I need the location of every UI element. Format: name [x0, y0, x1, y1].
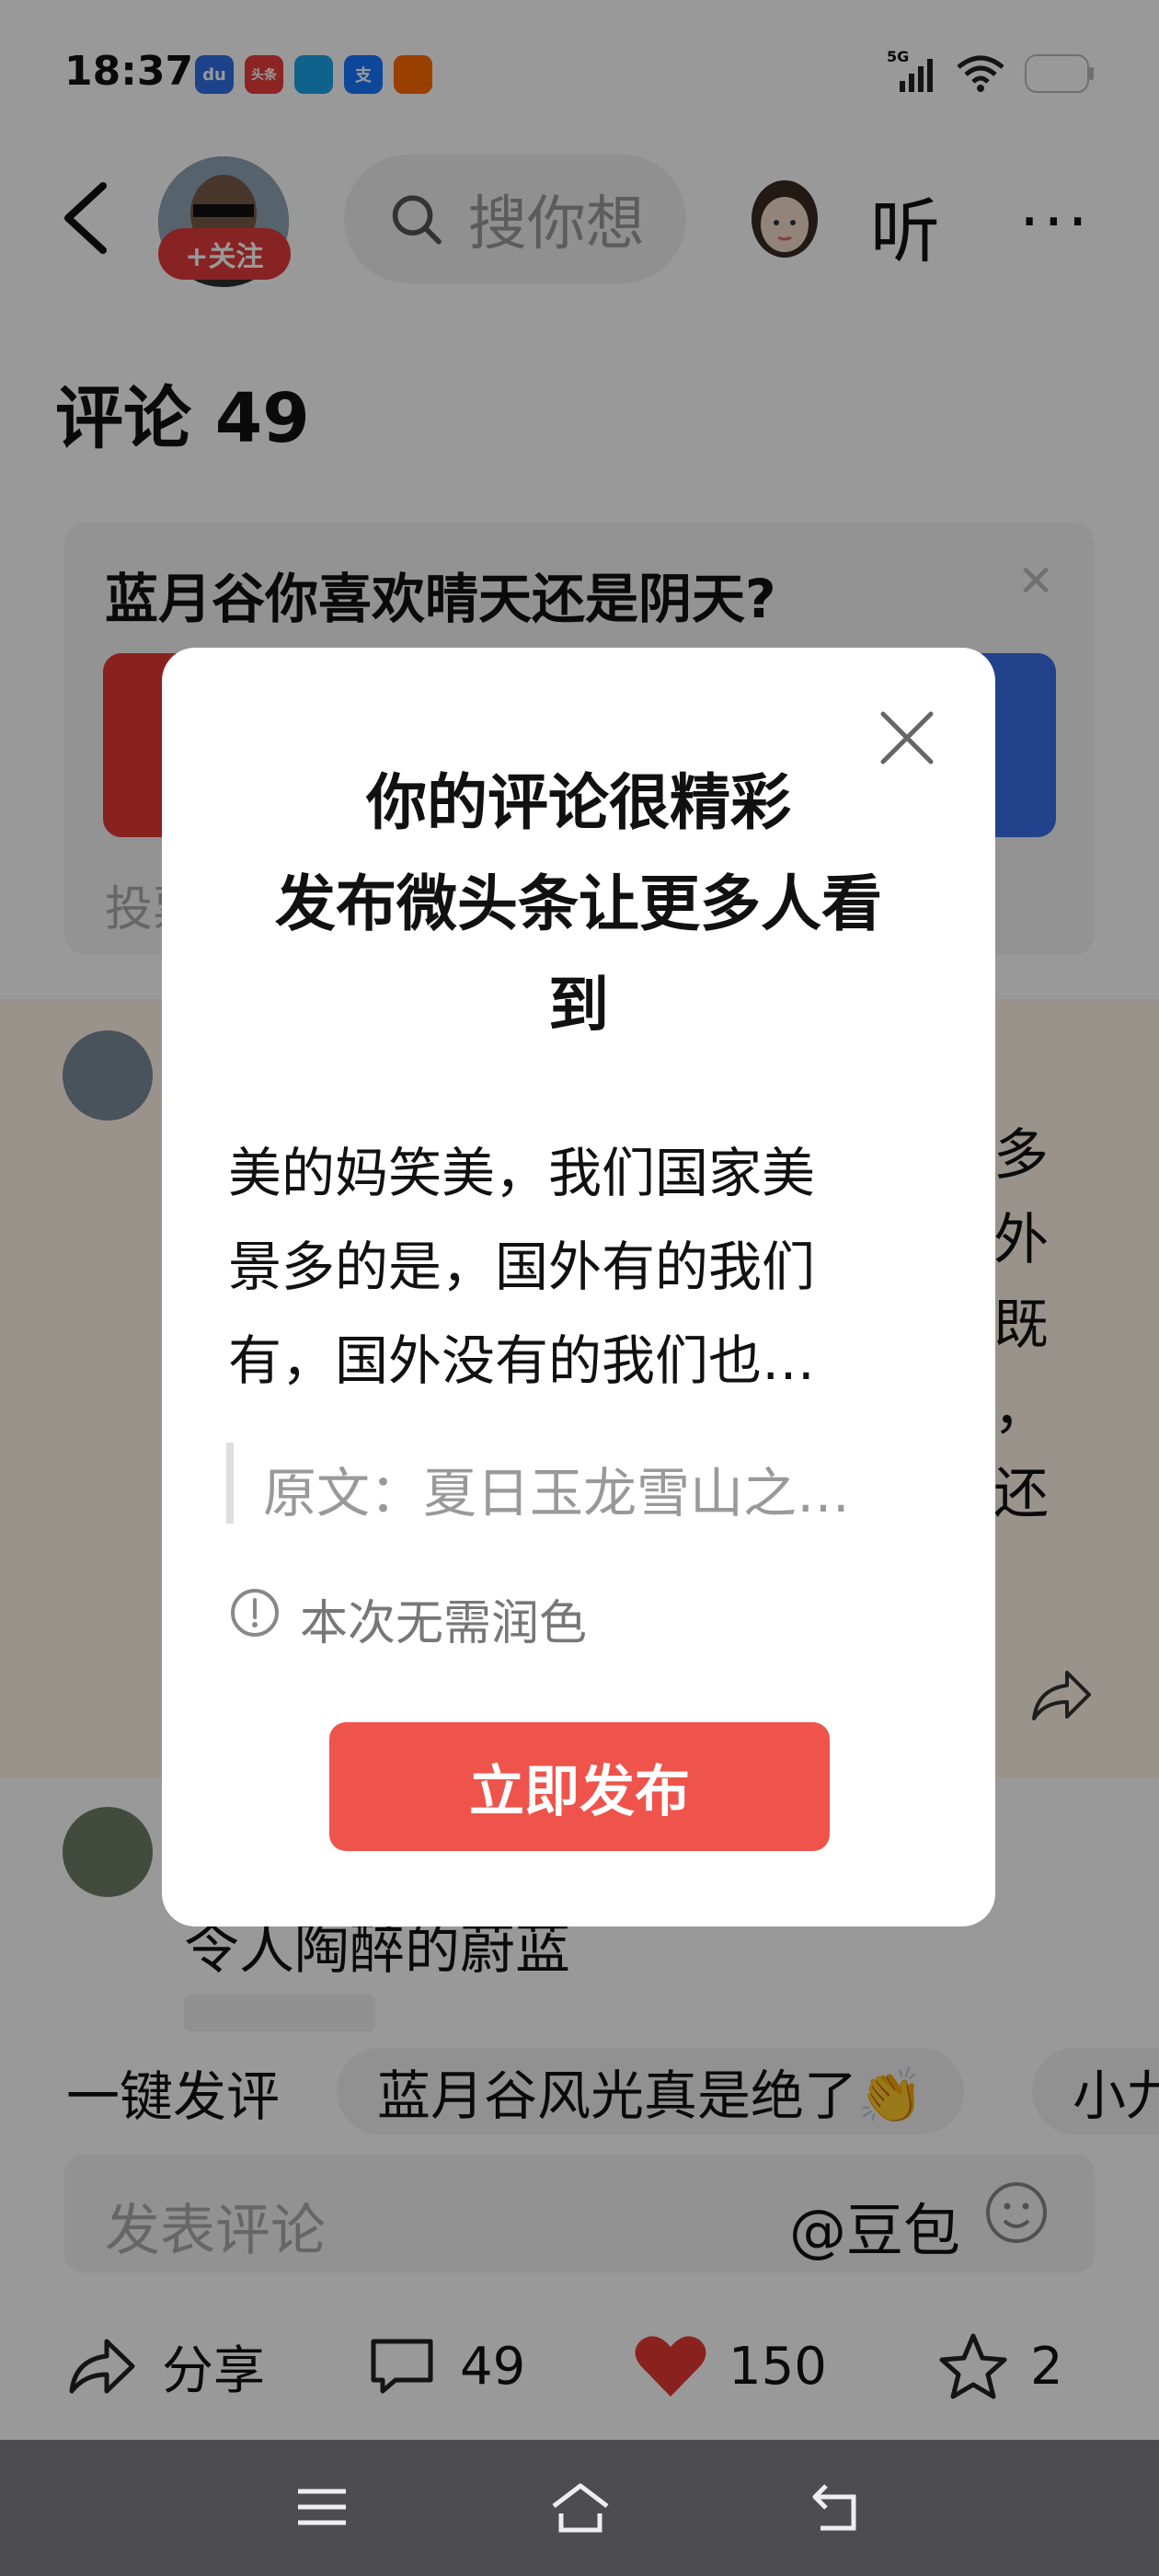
- dialog-body-line: 美的妈笑美，我们国家美: [228, 1142, 816, 1204]
- quote-bar: [226, 1443, 234, 1524]
- publish-now-button[interactable]: 立即发布: [329, 1722, 830, 1851]
- dialog-body-line: 景多的是，国外有的我们: [228, 1236, 816, 1298]
- dialog-title-line: 发布微头条让更多人看: [275, 868, 882, 939]
- original-quote: 原文：夏日玉龙雪山之…: [263, 1462, 851, 1524]
- menu-icon[interactable]: [294, 2484, 350, 2530]
- dialog-comment-preview: 美的妈笑美，我们国家美 景多的是，国外有的我们 有，国外没有的我们也…: [228, 1126, 909, 1408]
- polish-notice: 本次无需润色: [300, 1596, 588, 1651]
- dialog-title: 你的评论很精彩 发布微头条让更多人看 到: [162, 753, 995, 1056]
- home-icon[interactable]: [548, 2480, 613, 2534]
- dialog-body-line: 有，国外没有的我们也…: [228, 1329, 816, 1392]
- system-nav-bar: [0, 2440, 1159, 2576]
- back-nav-icon[interactable]: [808, 2480, 865, 2534]
- info-icon: [231, 1589, 279, 1637]
- dialog-title-line: 到: [548, 970, 609, 1041]
- dialog-title-line: 你的评论很精彩: [366, 767, 791, 838]
